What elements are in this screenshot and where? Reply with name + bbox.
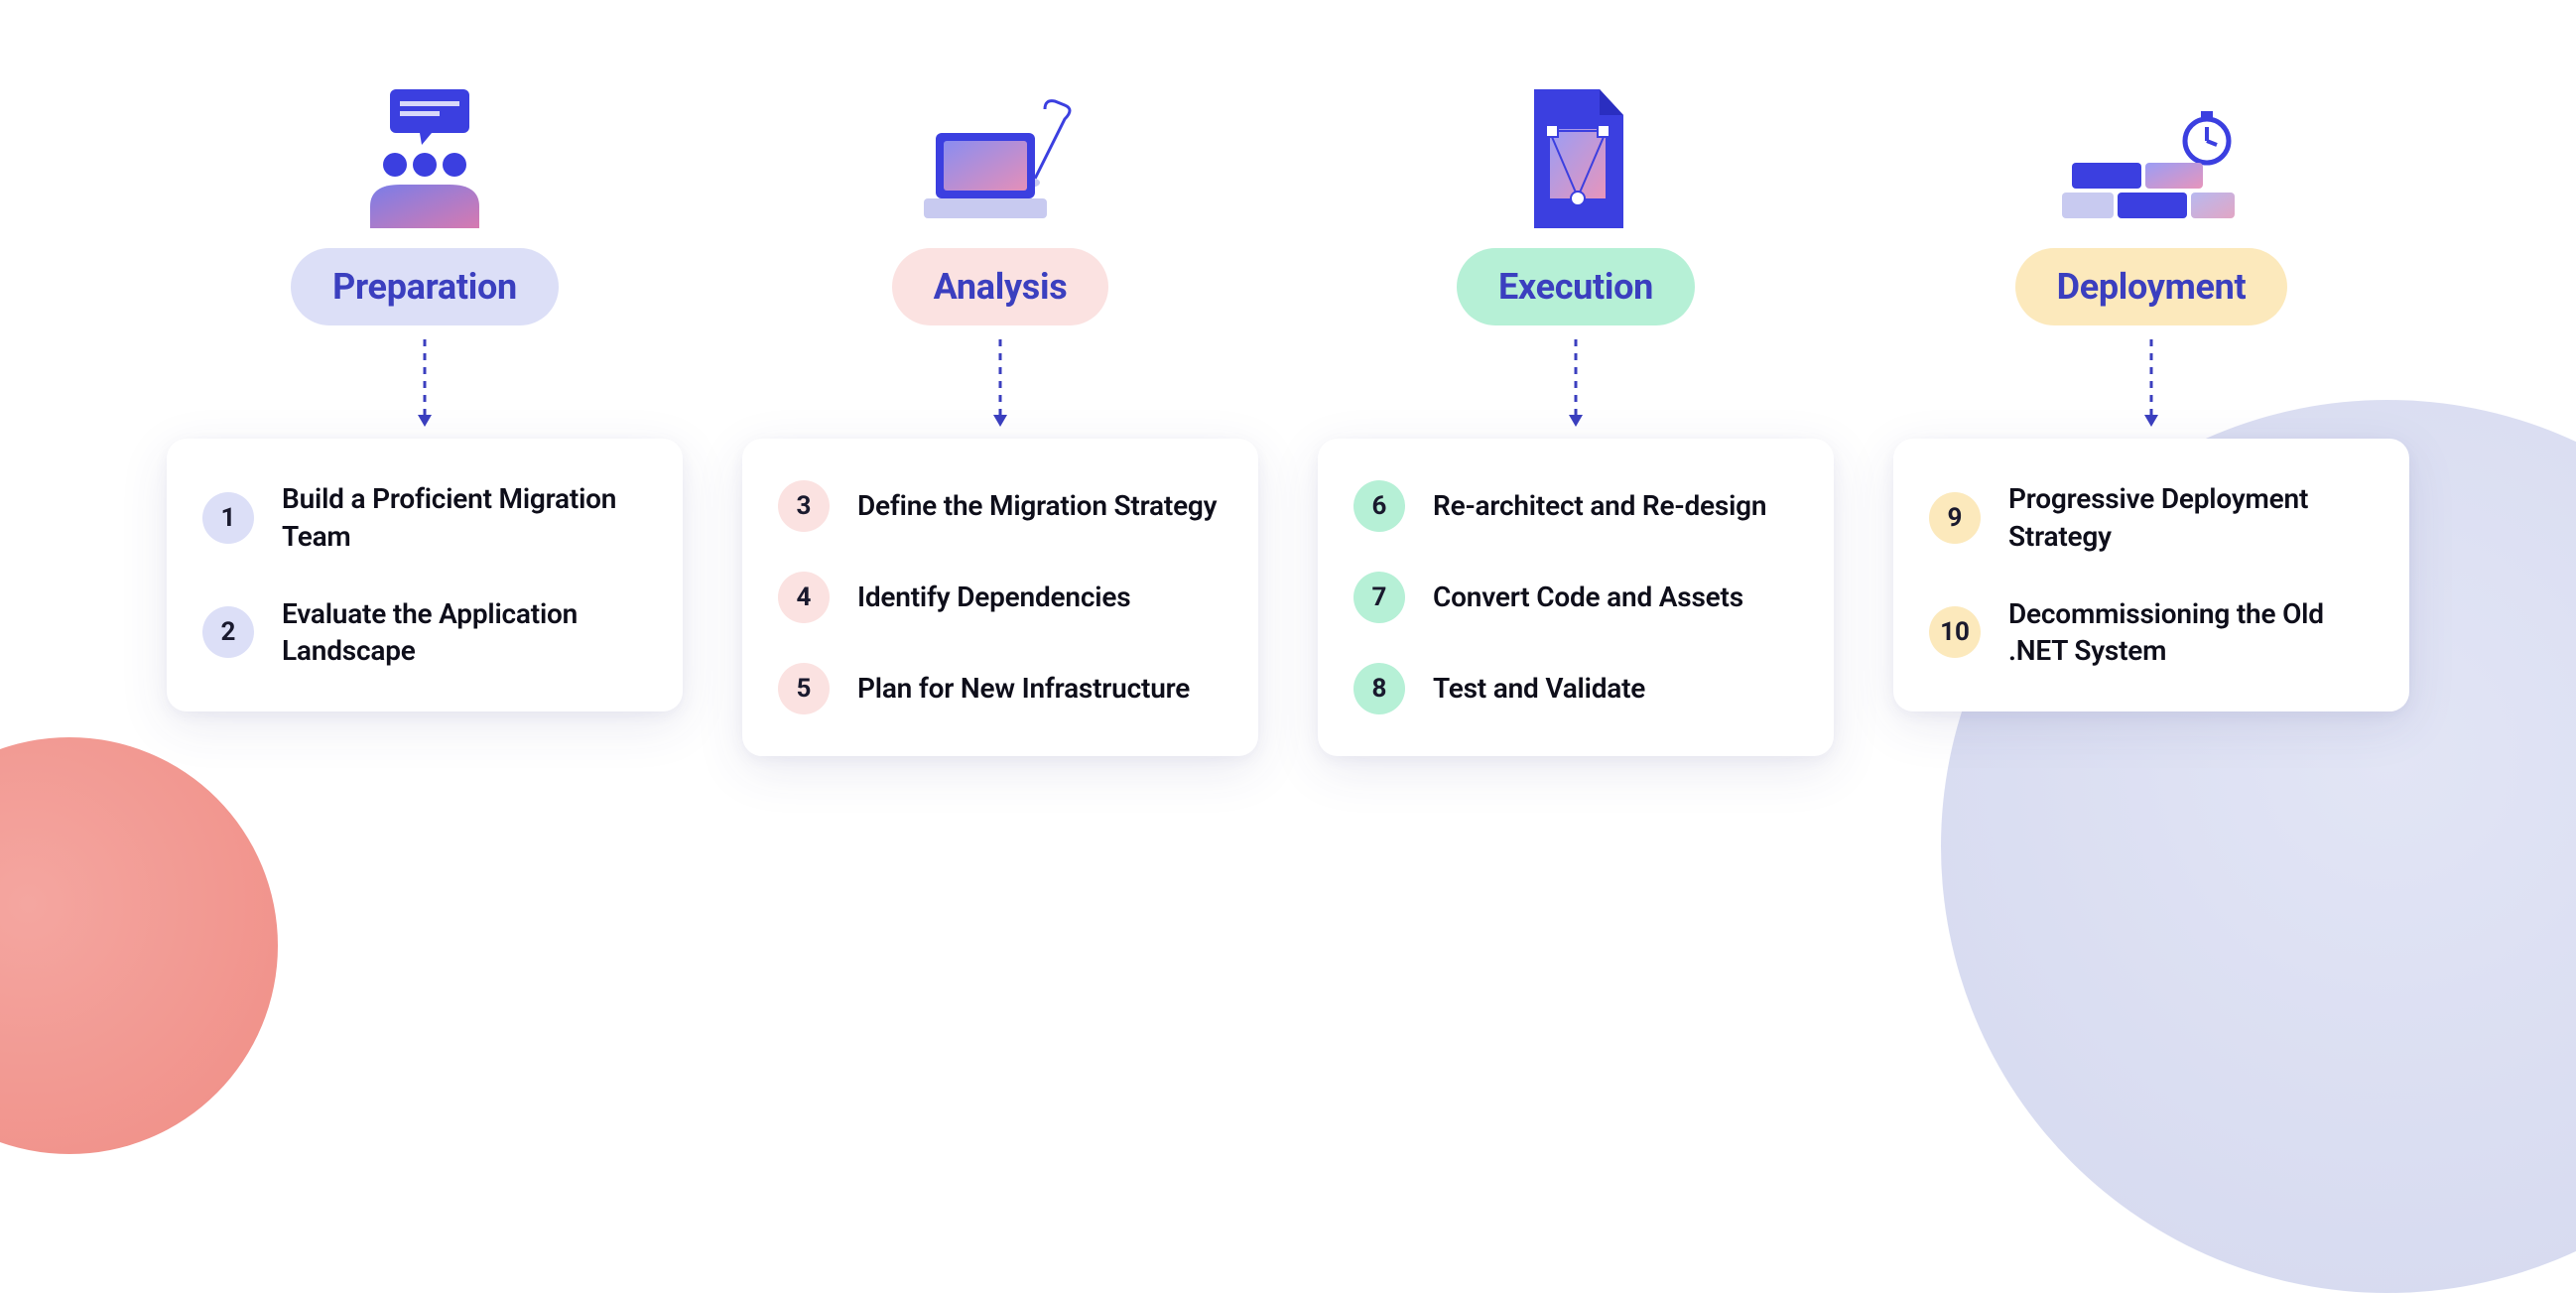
step-row: 10 Decommissioning the Old .NET System — [1929, 595, 2370, 671]
phase-analysis: Analysis 3 Define the Migration Strategy… — [742, 79, 1258, 756]
phase-execution: Execution 6 Re-architect and Re-design 7… — [1318, 79, 1834, 756]
step-text: Test and Validate — [1433, 670, 1645, 708]
step-number-badge: 1 — [202, 492, 254, 544]
steps-card-deployment: 9 Progressive Deployment Strategy 10 Dec… — [1893, 439, 2409, 711]
document-design-icon — [1516, 79, 1635, 228]
step-text: Plan for New Infrastructure — [857, 670, 1190, 708]
arrow-down-icon — [1566, 339, 1586, 429]
phase-pill-deployment: Deployment — [2015, 248, 2288, 325]
phase-preparation: Preparation 1 Build a Proficient Migrati… — [167, 79, 683, 711]
step-row: 6 Re-architect and Re-design — [1353, 480, 1794, 532]
phase-label: Deployment — [2057, 266, 2247, 308]
steps-card-preparation: 1 Build a Proficient Migration Team 2 Ev… — [167, 439, 683, 711]
phase-deployment: Deployment 9 Progressive Deployment Stra… — [1893, 79, 2409, 711]
decor-circle-left — [0, 737, 278, 1154]
step-number-badge: 5 — [778, 663, 830, 714]
step-text: Re-architect and Re-design — [1433, 487, 1766, 525]
step-number-badge: 4 — [778, 572, 830, 623]
migration-phases-diagram: Preparation 1 Build a Proficient Migrati… — [0, 0, 2576, 756]
step-row: 9 Progressive Deployment Strategy — [1929, 480, 2370, 556]
team-icon — [350, 79, 499, 228]
step-text: Define the Migration Strategy — [857, 487, 1217, 525]
phase-label: Preparation — [332, 266, 517, 308]
phase-label: Analysis — [934, 266, 1068, 308]
arrow-down-icon — [2141, 339, 2161, 429]
step-row: 2 Evaluate the Application Landscape — [202, 595, 643, 671]
step-text: Convert Code and Assets — [1433, 579, 1743, 616]
laptop-icon — [916, 79, 1085, 228]
step-number-badge: 7 — [1353, 572, 1405, 623]
step-number-badge: 3 — [778, 480, 830, 532]
steps-card-analysis: 3 Define the Migration Strategy 4 Identi… — [742, 439, 1258, 756]
phase-pill-analysis: Analysis — [892, 248, 1109, 325]
step-row: 4 Identify Dependencies — [778, 572, 1219, 623]
step-text: Build a Proficient Migration Team — [282, 480, 643, 556]
step-text: Evaluate the Application Landscape — [282, 595, 643, 671]
bricks-stopwatch-icon — [2062, 79, 2241, 228]
step-row: 5 Plan for New Infrastructure — [778, 663, 1219, 714]
phase-pill-preparation: Preparation — [291, 248, 559, 325]
phase-label: Execution — [1498, 266, 1653, 308]
step-number-badge: 10 — [1929, 606, 1981, 658]
step-row: 3 Define the Migration Strategy — [778, 480, 1219, 532]
step-text: Progressive Deployment Strategy — [2008, 480, 2370, 556]
step-number-badge: 6 — [1353, 480, 1405, 532]
step-row: 1 Build a Proficient Migration Team — [202, 480, 643, 556]
step-number-badge: 8 — [1353, 663, 1405, 714]
step-text: Decommissioning the Old .NET System — [2008, 595, 2370, 671]
step-row: 8 Test and Validate — [1353, 663, 1794, 714]
step-row: 7 Convert Code and Assets — [1353, 572, 1794, 623]
phase-pill-execution: Execution — [1457, 248, 1695, 325]
steps-card-execution: 6 Re-architect and Re-design 7 Convert C… — [1318, 439, 1834, 756]
arrow-down-icon — [415, 339, 435, 429]
arrow-down-icon — [990, 339, 1010, 429]
step-number-badge: 9 — [1929, 492, 1981, 544]
step-number-badge: 2 — [202, 606, 254, 658]
step-text: Identify Dependencies — [857, 579, 1130, 616]
